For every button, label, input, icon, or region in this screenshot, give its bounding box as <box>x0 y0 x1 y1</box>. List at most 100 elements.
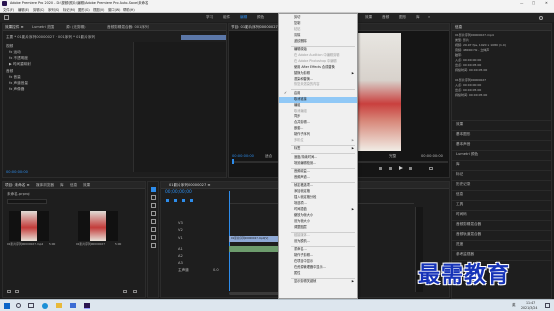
panel-item-libraries[interactable]: 库 <box>456 162 460 167</box>
clock-time[interactable]: 11:47 <box>526 301 535 305</box>
track-label-a3[interactable]: A3 <box>178 261 183 266</box>
premiere-taskbar-icon[interactable] <box>84 302 90 309</box>
effect-row-opacity[interactable]: fx 不透明度 <box>9 56 28 61</box>
program-quality-select[interactable]: 完整 <box>389 154 396 159</box>
panel-item-info[interactable]: 信息 <box>456 192 463 197</box>
menu-window[interactable]: 窗口(W) <box>108 8 120 12</box>
panel-item-essential-graphics[interactable]: 基本图形 <box>456 132 470 137</box>
file-explorer-icon[interactable] <box>56 303 62 308</box>
panel-item-audio-clip-mixer[interactable]: 音频剪辑混合器 <box>456 222 481 227</box>
workspace-effects[interactable]: 效果 <box>365 15 372 20</box>
panel-item-effects[interactable]: 效果 <box>456 122 463 127</box>
context-menu-item[interactable]: 波纹删除 <box>279 39 357 45</box>
tab-lumetri-scopes[interactable]: Lumetri 范围 <box>32 25 54 30</box>
panel-item-markers[interactable]: 标记 <box>456 172 463 177</box>
tab-media-browser[interactable]: 媒体浏览器 <box>36 183 54 188</box>
workspace-learn[interactable]: 学习 <box>206 15 213 20</box>
program-timecode-left[interactable]: 00:00:00:00 <box>232 154 254 159</box>
windows-start-icon[interactable] <box>4 302 10 309</box>
tab-effect-controls[interactable]: 效果控件 ≡ <box>5 25 24 30</box>
tab-project[interactable]: 项目: 未命名 ≡ <box>5 183 29 188</box>
slip-tool-icon[interactable] <box>151 219 156 224</box>
step-forward-icon[interactable] <box>409 167 412 170</box>
track-label-v2[interactable]: V2 <box>178 228 183 233</box>
tab-audio-clip-mixer[interactable]: 音频剪辑混合器: 001序列 <box>107 25 149 30</box>
play-icon[interactable] <box>399 166 403 170</box>
icon-view-icon[interactable] <box>15 290 19 293</box>
track-label-v1[interactable]: V1 <box>178 236 183 241</box>
pen-tool-icon[interactable] <box>151 227 156 232</box>
panel-item-lumetri-color[interactable]: Lumetri 颜色 <box>456 152 478 157</box>
timeline-clip-v1[interactable]: 01影片序列00000027.mp4[V] <box>229 236 281 242</box>
menu-view[interactable]: 视图(V) <box>93 8 104 12</box>
close-button[interactable]: ✕ <box>545 1 548 5</box>
effect-controls-timecode[interactable]: 00:00:00:00 <box>6 170 28 175</box>
minimize-button[interactable]: — <box>520 1 523 5</box>
search-icon[interactable] <box>539 15 543 20</box>
hand-tool-icon[interactable] <box>151 235 156 240</box>
panel-item-audio-track-mixer[interactable]: 音频轨道混合器 <box>456 232 481 237</box>
playhead-icon[interactable] <box>232 159 234 164</box>
track-select-tool-icon[interactable] <box>151 195 156 200</box>
context-menu-item[interactable]: 标签 ▶ <box>279 146 357 152</box>
context-menu-item[interactable]: 恢复未渲染的内容 <box>279 82 357 88</box>
tab-libraries[interactable]: 库 <box>60 183 64 188</box>
clock-date[interactable]: 2021/3/24 <box>521 306 537 310</box>
workspace-more[interactable]: » <box>428 15 430 20</box>
timeline-clip-a1[interactable] <box>229 246 281 252</box>
track-label-a1[interactable]: A1 <box>178 247 183 252</box>
menu-file[interactable]: 文件(F) <box>3 8 14 12</box>
effect-row-volume[interactable]: fx 音量 <box>9 75 21 80</box>
clip-thumbnail[interactable] <box>9 211 49 241</box>
context-menu-item[interactable]: 场景编辑检测... <box>279 161 357 167</box>
panel-item-progress[interactable]: 进度 <box>456 242 463 247</box>
tab-sequence[interactable]: 01影片序列00000027 ≡ <box>169 183 210 188</box>
workspace-assembly[interactable]: 组件 <box>223 15 230 20</box>
workspace-color[interactable]: 颜色 <box>257 15 264 20</box>
menu-help[interactable]: 帮助(H) <box>123 8 135 12</box>
export-frame-icon[interactable] <box>429 167 433 170</box>
trash-icon[interactable] <box>133 290 137 293</box>
tab-source[interactable]: 源: (无剪辑) <box>66 25 86 30</box>
new-item-icon[interactable] <box>123 290 127 293</box>
type-tool-icon[interactable] <box>151 243 156 248</box>
menu-clip[interactable]: 剪辑(C) <box>33 8 44 12</box>
panel-item-history[interactable]: 历史记录 <box>456 182 470 187</box>
add-marker-icon[interactable] <box>182 199 185 202</box>
menu-sequence[interactable]: 序列(S) <box>48 8 59 12</box>
maximize-button[interactable]: □ <box>532 1 535 5</box>
workspace-editing[interactable]: 编辑 <box>240 15 247 20</box>
snap-icon[interactable] <box>166 199 169 202</box>
store-icon[interactable] <box>70 303 76 308</box>
timeline-settings-icon[interactable] <box>190 199 193 202</box>
list-view-icon[interactable] <box>7 290 11 293</box>
sequence-thumbnail[interactable] <box>78 211 118 241</box>
track-label-v3[interactable]: V3 <box>178 221 183 226</box>
tab-info[interactable]: 信息 <box>70 183 77 188</box>
program-fit-select[interactable]: 适合 <box>265 154 272 159</box>
workspace-audio[interactable]: 音频 <box>382 15 389 20</box>
razor-tool-icon[interactable] <box>151 211 156 216</box>
selection-tool-icon[interactable] <box>151 187 156 192</box>
menu-edit[interactable]: 编辑(E) <box>18 8 29 12</box>
effect-row-motion[interactable]: fx 运动 <box>9 50 21 55</box>
edge-browser-icon[interactable] <box>42 302 48 309</box>
context-menu-item[interactable]: 设为脱机... <box>279 239 357 245</box>
context-menu-item[interactable]: 显示剪辑关键帧 ▶ <box>279 279 357 285</box>
notifications-icon[interactable] <box>545 303 550 308</box>
workspace-libraries[interactable]: 库 <box>416 15 420 20</box>
track-label-a2[interactable]: A2 <box>178 254 183 259</box>
step-back-icon[interactable] <box>389 167 392 170</box>
workspace-graphics[interactable]: 图形 <box>399 15 406 20</box>
context-menu-item[interactable]: 属性 <box>279 271 357 277</box>
panel-item-essential-sound[interactable]: 基本声音 <box>456 142 470 147</box>
tab-effects[interactable]: 效果 <box>83 183 90 188</box>
panel-item-timecode[interactable]: 时间码 <box>456 212 467 217</box>
effect-row-time-remap[interactable]: ▶ 时间重映射 <box>9 62 31 67</box>
ripple-edit-tool-icon[interactable] <box>151 203 156 208</box>
effect-row-channel-volume[interactable]: fx 声道音量 <box>9 81 28 86</box>
home-icon[interactable] <box>4 15 9 20</box>
search-icon[interactable] <box>16 303 21 308</box>
panel-item-reference-monitor[interactable]: 参考监视器 <box>456 252 474 257</box>
ime-language[interactable]: 英 <box>512 303 516 308</box>
